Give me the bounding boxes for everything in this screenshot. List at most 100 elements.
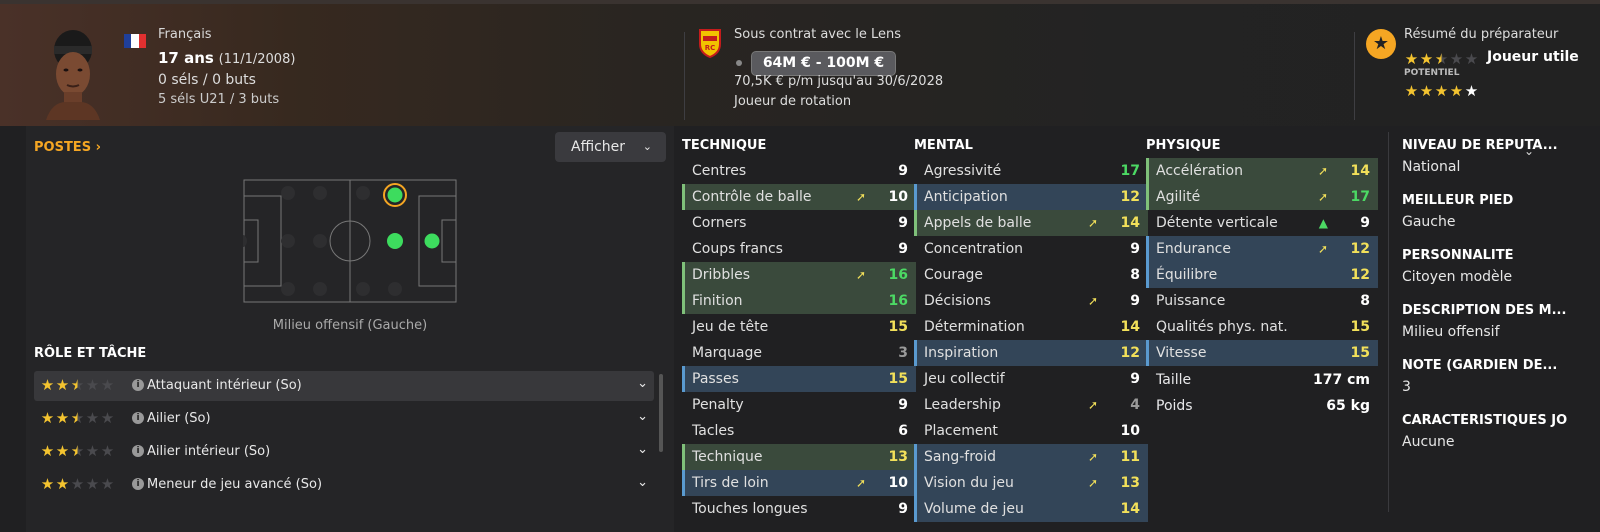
attribute-row[interactable]: Coups francs 9 [682,236,916,262]
info-title: MEILLEUR PIED [1402,193,1514,208]
info-value: 3 [1402,379,1411,395]
transfer-value-pill[interactable]: 64M € - 100M € [751,51,896,76]
attribute-row[interactable]: Détermination 14 [914,314,1148,340]
info-value: Aucune [1402,434,1455,450]
attribute-row[interactable]: Touches longues 9 [682,496,916,522]
roles-scrollbar[interactable] [659,374,663,452]
attribute-name: Détente verticale [1156,215,1278,231]
attribute-row[interactable]: Inspiration 12 [914,340,1148,366]
birth-date: (11/1/2008) [218,52,296,67]
attribute-row[interactable]: Penalty 9 [682,392,916,418]
attribute-row[interactable]: Équilibre 12 [1146,262,1378,288]
value-tag-icon [736,60,742,66]
reputation-block[interactable]: NIVEAU DE RÉPUTA... National ⌄ [1402,138,1592,175]
info-title: CARACTÉRISTIQUES JO [1402,413,1568,428]
info-icon[interactable]: i [132,412,144,424]
attribute-row[interactable]: Concentration 9 [914,236,1148,262]
attribute-row[interactable]: Dribbles ➚ 16 [682,262,916,288]
positions-link[interactable]: POSTES › [34,140,101,155]
attribute-row[interactable]: Endurance ➚ 12 [1146,236,1378,262]
height-value: 177 cm [1313,372,1370,388]
attribute-name: Appels de balle [924,215,1032,231]
attribute-row[interactable]: Agilité ➚ 17 [1146,184,1378,210]
attribute-row[interactable]: Vision du jeu ➚ 13 [914,470,1148,496]
show-dropdown-button[interactable]: Afficher ⌄ [555,132,666,162]
improvement-arrow-icon: ➚ [1087,216,1098,230]
attribute-row[interactable]: Centres 9 [682,158,916,184]
attribute-name: Décisions [924,293,991,309]
chevron-down-icon[interactable]: ⌄ [1524,144,1534,158]
france-flag-icon [124,34,146,48]
role-row-1[interactable]: ★ ★ ★ ★ ★ i Attaquant intérieur (So) ⌄ [34,371,654,401]
attribute-row[interactable]: Décisions ➚ 9 [914,288,1148,314]
attribute-row[interactable]: Qualités phys. nat. 15 [1146,314,1378,340]
attribute-value: 3 [898,345,908,361]
positions-title: POSTES [34,140,92,155]
role-row-4[interactable]: ★ ★ ★ ★ ★ i Meneur de jeu avancé (So) ⌄ [34,470,654,500]
personality-block: PERSONNALITÉ Citoyen modèle [1402,248,1592,285]
attribute-name: Vitesse [1156,345,1207,361]
attribute-name: Volume de jeu [924,501,1024,517]
attribute-row[interactable]: Marquage 3 [682,340,916,366]
chevron-down-icon[interactable]: ⌄ [637,475,648,490]
attribute-row[interactable]: Puissance 8 [1146,288,1378,314]
role-row-2[interactable]: ★ ★ ★ ★ ★ i Ailier (So) ⌄ [34,404,654,434]
player-avatar[interactable] [44,28,102,120]
chevron-down-icon[interactable]: ⌄ [637,409,648,424]
attribute-row[interactable]: Passes 15 [682,366,916,392]
physique-column: PHYSIQUE Accélération ➚ 14 Agilité ➚ 17 Détent… [1146,138,1378,424]
attribute-row[interactable]: Jeu de tête 15 [682,314,916,340]
info-value: Gauche [1402,214,1456,230]
current-ability-stars[interactable]: ★ ★ ★ ★ ★ [1404,49,1479,68]
player-header: Français 17 ans (11/1/2008) 0 séls / 0 b… [0,4,1600,126]
attribute-row[interactable]: Contrôle de balle ➚ 10 [682,184,916,210]
attribute-name: Penalty [692,397,744,413]
potential-stars[interactable]: ★ ★ ★ ★ ★ [1404,81,1479,100]
attribute-row[interactable]: Sang-froid ➚ 11 [914,444,1148,470]
attribute-row[interactable]: Courage 8 [914,262,1148,288]
attribute-value: 9 [898,241,908,257]
role-title: RÔLE ET TÂCHE [34,346,147,361]
improvement-arrow-icon: ➚ [855,190,866,204]
attribute-row[interactable]: Placement 10 [914,418,1148,444]
role-label: Ailier (So) [147,411,211,426]
attribute-row[interactable]: Anticipation 12 [914,184,1148,210]
attribute-row[interactable]: Technique 13 [682,444,916,470]
attribute-name: Jeu collectif [924,371,1005,387]
wage: 70,5K € p/m jusqu'au 30/6/2028 [734,74,944,89]
attribute-row[interactable]: Finition 16 [682,288,916,314]
info-icon[interactable]: i [132,445,144,457]
player-profile: Français 17 ans (11/1/2008) 0 séls / 0 b… [0,0,1600,532]
attribute-row[interactable]: Vitesse 15 [1146,340,1378,366]
attribute-name: Corners [692,215,747,231]
attribute-row[interactable]: Leadership ➚ 4 [914,392,1148,418]
chevron-down-icon[interactable]: ⌄ [637,376,648,391]
club-crest-icon[interactable]: RC [698,28,722,58]
attribute-name: Passes [692,371,739,387]
attribute-row[interactable]: Détente verticale ▲ 9 [1146,210,1378,236]
attribute-value: 15 [888,371,908,387]
goalkeeper-rating-block: NOTE (GARDIEN DE... 3 [1402,358,1592,395]
attribute-name: Anticipation [924,189,1008,205]
attribute-name: Tacles [692,423,735,439]
role-row-3[interactable]: ★ ★ ★ ★ ★ i Ailier intérieur (So) ⌄ [34,437,654,467]
info-icon[interactable]: i [132,478,144,490]
attribute-row[interactable]: Appels de balle ➚ 14 [914,210,1148,236]
info-icon[interactable]: i [132,379,144,391]
attribute-value: 9 [898,163,908,179]
attribute-row[interactable]: Agressivité 17 [914,158,1148,184]
technique-rows: Centres 9 Contrôle de balle ➚ 10 Corners 9 Coup… [682,158,916,522]
attribute-row[interactable]: Corners 9 [682,210,916,236]
attribute-value: 12 [1120,345,1140,361]
attribute-name: Touches longues [692,501,808,517]
attribute-row[interactable]: Accélération ➚ 14 [1146,158,1378,184]
chevron-down-icon[interactable]: ⌄ [637,442,648,457]
attribute-row[interactable]: Tirs de loin ➚ 10 [682,470,916,496]
attribute-row[interactable]: Tacles 6 [682,418,916,444]
attribute-value: 17 [1120,163,1140,179]
attribute-name: Endurance [1156,241,1231,257]
attribute-row[interactable]: Volume de jeu 14 [914,496,1148,522]
attribute-value: 9 [1130,241,1140,257]
attribute-row[interactable]: Jeu collectif 9 [914,366,1148,392]
pitch-diagram[interactable] [243,179,457,303]
